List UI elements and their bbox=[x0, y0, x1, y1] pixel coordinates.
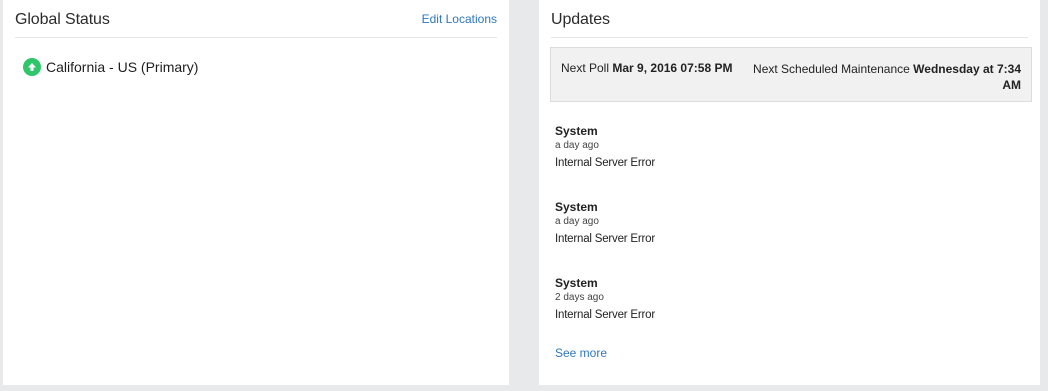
poll-info-box: Next Poll Mar 9, 2016 07:58 PM Next Sche… bbox=[550, 47, 1032, 102]
next-poll-value: Mar 9, 2016 07:58 PM bbox=[612, 61, 733, 75]
update-message: Internal Server Error bbox=[555, 233, 655, 245]
next-poll: Next Poll Mar 9, 2016 07:58 PM bbox=[561, 61, 732, 75]
global-status-panel: Global Status Edit Locations California … bbox=[3, 0, 509, 385]
updates-title: Updates bbox=[551, 11, 610, 28]
update-time: 2 days ago bbox=[555, 292, 604, 303]
update-message: Internal Server Error bbox=[555, 157, 655, 169]
maintenance-label: Next Scheduled Maintenance bbox=[753, 62, 910, 76]
location-item: California - US (Primary) bbox=[23, 57, 198, 77]
update-time: a day ago bbox=[555, 140, 599, 151]
location-label: California - US (Primary) bbox=[46, 59, 199, 75]
update-item: System a day ago Internal Server Error bbox=[555, 200, 655, 245]
updates-panel: Updates Next Poll Mar 9, 2016 07:58 PM N… bbox=[539, 0, 1040, 385]
edit-locations-link[interactable]: Edit Locations bbox=[422, 12, 497, 26]
update-message: Internal Server Error bbox=[555, 309, 655, 321]
update-source: System bbox=[555, 276, 598, 290]
next-maintenance: Next Scheduled Maintenance Wednesday at … bbox=[751, 61, 1021, 93]
update-item: System 2 days ago Internal Server Error bbox=[555, 276, 655, 321]
updates-header: Updates bbox=[551, 0, 1028, 38]
global-status-header: Global Status Edit Locations bbox=[15, 0, 497, 38]
update-source: System bbox=[555, 200, 598, 214]
next-poll-label: Next Poll bbox=[561, 61, 610, 75]
maintenance-value: Wednesday at 7:34 AM bbox=[913, 62, 1021, 92]
global-status-title: Global Status bbox=[15, 11, 110, 28]
up-arrow-icon bbox=[23, 58, 41, 76]
see-more-link[interactable]: See more bbox=[555, 346, 607, 360]
update-item: System a day ago Internal Server Error bbox=[555, 124, 655, 169]
update-time: a day ago bbox=[555, 216, 599, 227]
update-source: System bbox=[555, 124, 598, 138]
